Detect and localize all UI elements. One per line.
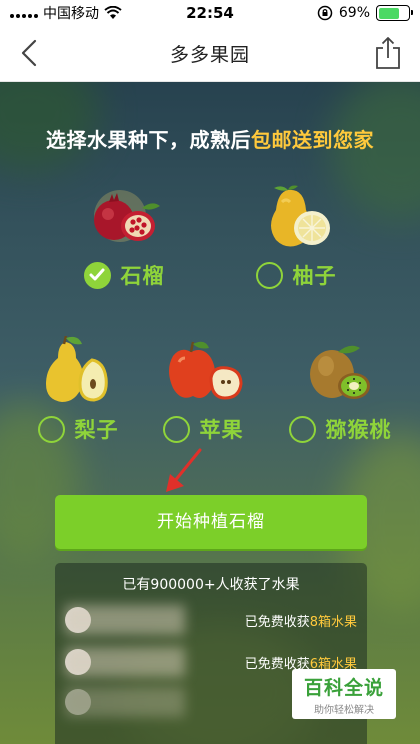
fruit-option-row: 猕猴桃 — [280, 414, 400, 444]
harvest-count: 8箱水果 — [309, 615, 357, 630]
pomegranate-icon — [94, 190, 160, 242]
kiwi-icon — [310, 345, 370, 399]
harvest-prefix: 已免费收获 — [244, 615, 310, 630]
fruit-option-pomegranate[interactable]: 石榴 — [64, 182, 184, 290]
apple-icon — [169, 341, 243, 400]
chevron-left-icon[interactable] — [16, 38, 46, 68]
watermark-main: 百科全说 — [303, 677, 384, 699]
page-title: 多多果园 — [169, 44, 250, 66]
fruit-option-row: 石榴 — [64, 260, 184, 290]
harvest-row-text: 已免费收获8箱水果 — [245, 611, 357, 630]
fruit-label: 梨子 — [74, 418, 119, 442]
blurred-username — [65, 647, 185, 677]
share-icon[interactable] — [374, 36, 402, 70]
radio-unchecked[interactable] — [37, 415, 65, 443]
fruit-label: 猕猴桃 — [325, 418, 392, 442]
blurred-username — [65, 605, 185, 635]
radio-checked[interactable] — [83, 261, 111, 289]
fruit-label: 石榴 — [120, 264, 165, 288]
radio-unchecked[interactable] — [162, 415, 190, 443]
wifi-icon — [104, 6, 122, 19]
fruit-option-pomelo[interactable]: 柚子 — [236, 182, 356, 290]
watermark-logo: 百科全说 助你轻松解决 — [292, 669, 396, 719]
headline-highlight: 包邮送到您家 — [251, 128, 374, 152]
harvest-row: 已免费收获8箱水果 — [55, 605, 367, 635]
orientation-lock-icon — [317, 5, 333, 21]
pear-icon — [46, 336, 108, 402]
status-bar-left: 中国移动 — [10, 3, 160, 23]
pomelo-icon — [271, 185, 330, 247]
battery-percent: 69% — [338, 5, 370, 21]
status-time: 22:54 — [186, 4, 234, 22]
battery-fill — [378, 7, 399, 19]
fruit-label: 柚子 — [292, 264, 337, 288]
battery-icon — [376, 5, 413, 21]
start-planting-button[interactable]: 开始种植石榴 — [55, 495, 367, 549]
watermark-sub: 助你轻松解决 — [314, 705, 374, 716]
carrier-label: 中国移动 — [43, 6, 99, 22]
fruit-option-row: 柚子 — [236, 260, 356, 290]
fruit-option-row: 梨子 — [18, 414, 138, 444]
harvest-title: 已有900000+人收获了水果 — [122, 577, 300, 593]
fruit-option-apple[interactable]: 苹果 — [143, 336, 263, 444]
signal-icon — [10, 8, 38, 18]
checkmark-icon — [89, 268, 105, 281]
blurred-username — [65, 687, 185, 717]
nav-bar: 多多果园 — [0, 26, 420, 82]
fruit-option-pear[interactable]: 梨子 — [18, 336, 138, 444]
fruit-label: 苹果 — [199, 418, 244, 442]
status-bar-right: 69% — [260, 5, 413, 21]
headline-main: 选择水果种下，成熟后 — [46, 128, 251, 152]
headline: 选择水果种下，成熟后包邮送到您家 — [0, 124, 420, 153]
fruit-option-kiwi[interactable]: 猕猴桃 — [280, 336, 400, 444]
orchard-stage: 选择水果种下，成熟后包邮送到您家 石榴 柚子 梨子 苹果 猕猴桃 开始种植石榴 … — [0, 82, 420, 744]
radio-unchecked[interactable] — [255, 261, 283, 289]
fruit-option-row: 苹果 — [143, 414, 263, 444]
annotation-arrow — [166, 448, 202, 492]
status-bar: 中国移动 22:54 69% — [0, 0, 420, 26]
radio-unchecked[interactable] — [288, 415, 316, 443]
